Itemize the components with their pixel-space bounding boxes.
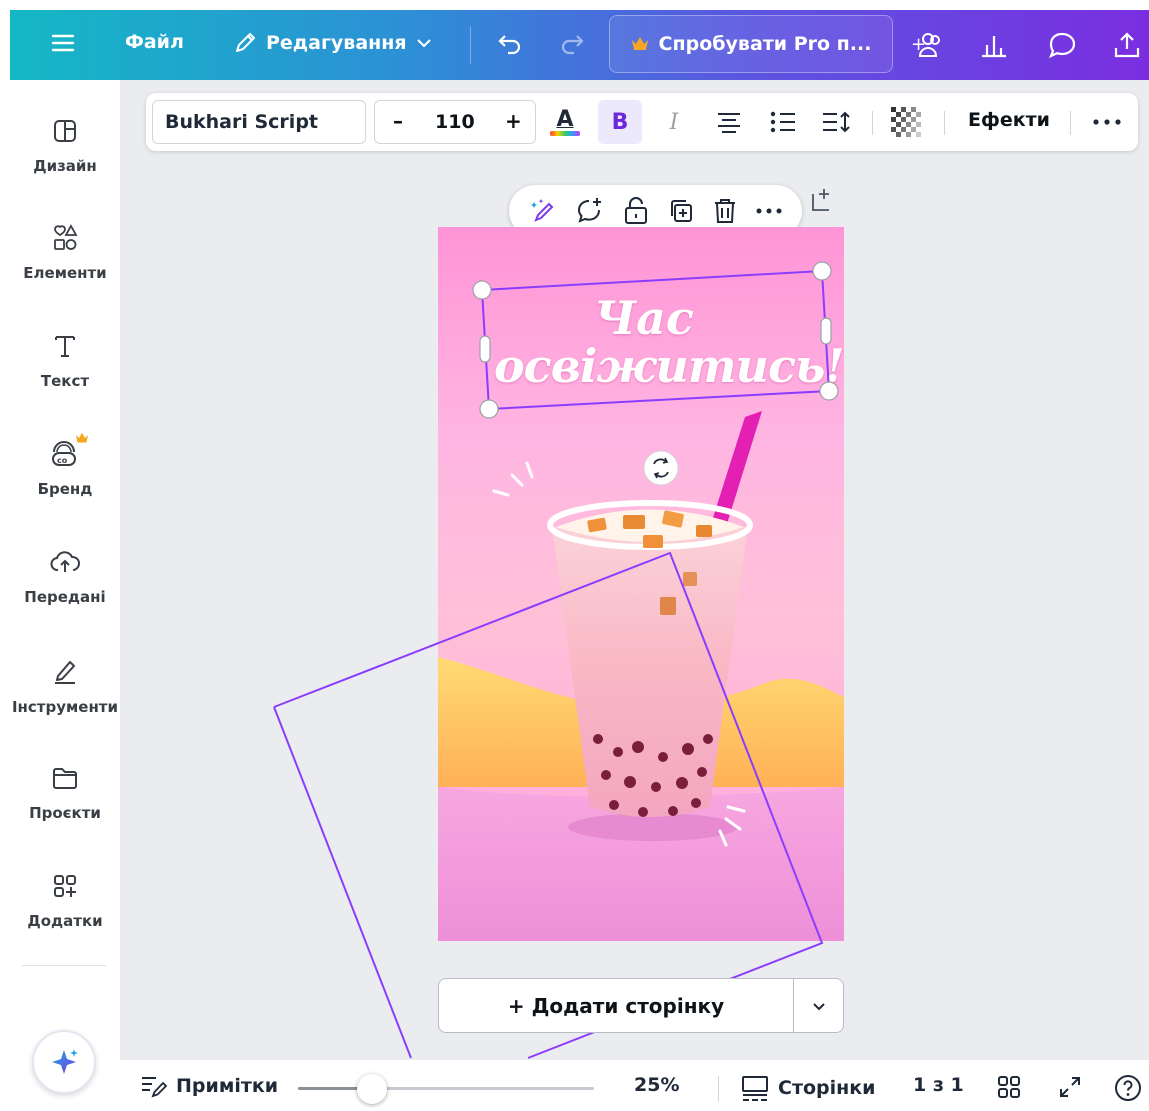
add-page-label: + Додати сторінку [507,993,725,1018]
pages-label: Сторінки [778,1077,876,1099]
rotate-handle [643,450,679,486]
page-counter[interactable]: 1 з 1 [913,1074,964,1096]
notes-label: Примітки [176,1075,279,1097]
add-page-button[interactable]: + Додати сторінку [438,978,794,1033]
rotation-guide [273,706,412,1059]
zoom-label: 25% [634,1074,680,1096]
pages-icon [742,1076,768,1101]
resize-handle-left [479,335,491,363]
page-counter-label: 1 з 1 [913,1074,964,1096]
grid-view-button[interactable] [996,1074,1022,1100]
chevron-down-icon [812,1002,825,1010]
text-selection-frame [480,269,831,411]
zoom-value[interactable]: 25% [634,1074,679,1096]
fullscreen-button[interactable] [1057,1074,1083,1100]
help-button[interactable] [1114,1074,1142,1102]
help-icon [1115,1075,1141,1101]
divider [718,1076,719,1102]
zoom-slider-thumb[interactable] [357,1074,387,1104]
add-page-dropdown[interactable] [793,978,844,1033]
grid-view-icon [998,1076,1020,1098]
notes-icon [142,1077,168,1098]
resize-handle-top-right [812,261,832,281]
pages-button[interactable]: Сторінки [740,1074,875,1102]
notes-button[interactable]: Примітки [140,1074,278,1098]
bottom-bar: Примітки 25% Сторінки 1 з 1 [120,1060,1149,1111]
resize-handle-bottom-left [479,399,499,419]
fullscreen-icon [1060,1077,1080,1097]
resize-handle-bottom-right [819,381,839,401]
resize-handle-right [820,317,832,345]
resize-handle-top-left [472,280,492,300]
selection-overlay [273,261,839,1059]
